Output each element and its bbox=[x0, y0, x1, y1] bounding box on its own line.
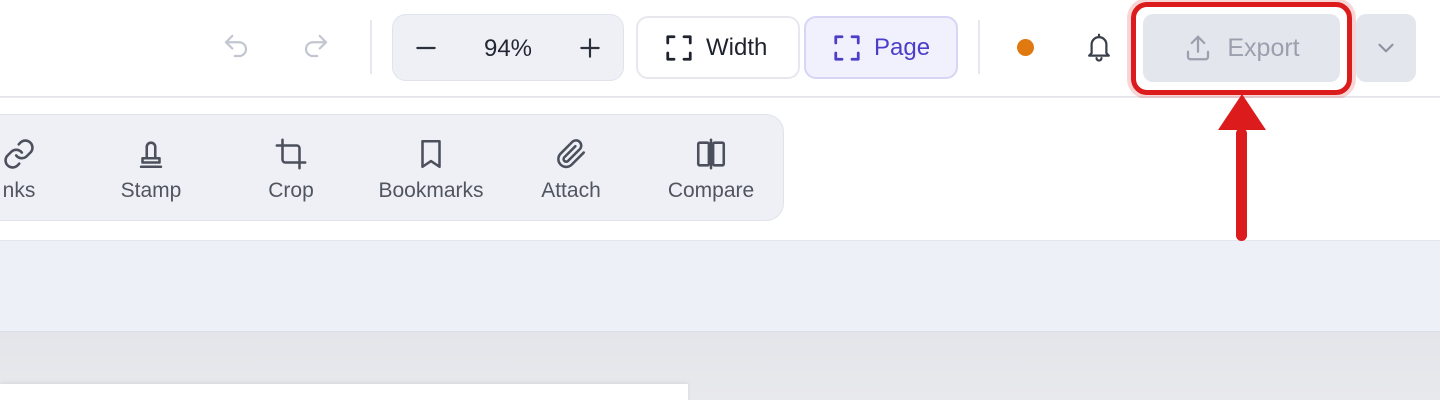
minus-icon bbox=[416, 46, 436, 50]
bell-icon bbox=[1088, 33, 1110, 62]
zoom-in-button[interactable] bbox=[571, 29, 609, 67]
annotation-arrow bbox=[1236, 128, 1247, 241]
redo-icon bbox=[304, 34, 328, 58]
tool-crop[interactable]: Crop bbox=[221, 115, 361, 222]
tool-label: Compare bbox=[667, 178, 755, 202]
tools-panel: nks Stamp Crop Bookmarks Attach Compare bbox=[0, 114, 784, 221]
fit-frame-icon bbox=[834, 34, 860, 61]
tool-label: Attach bbox=[541, 178, 601, 202]
bookmark-icon bbox=[421, 139, 441, 168]
link-icon bbox=[4, 138, 34, 169]
tool-bookmarks[interactable]: Bookmarks bbox=[361, 115, 501, 222]
tool-label: Crop bbox=[268, 178, 314, 202]
zoom-level[interactable]: 94% bbox=[463, 15, 553, 82]
fit-frame-icon bbox=[666, 34, 692, 61]
top-toolbar: 94% Width Page Export bbox=[0, 0, 1440, 97]
tool-attach[interactable]: Attach bbox=[501, 115, 641, 222]
document-header-band bbox=[0, 240, 1440, 332]
tool-label: nks bbox=[2, 178, 36, 202]
fit-page-label: Page bbox=[874, 33, 931, 61]
tool-stamp[interactable]: Stamp bbox=[81, 115, 221, 222]
status-dot bbox=[1017, 39, 1034, 56]
undo-button[interactable] bbox=[218, 28, 254, 64]
export-highlight-frame bbox=[1131, 2, 1352, 95]
fit-width-label: Width bbox=[706, 33, 768, 61]
toolbar-divider bbox=[978, 20, 980, 74]
notifications-button[interactable] bbox=[1080, 26, 1118, 68]
annotation-arrow-head bbox=[1218, 94, 1266, 130]
undo-icon bbox=[224, 34, 248, 58]
plus-icon bbox=[580, 38, 600, 58]
chevron-down-icon bbox=[1378, 43, 1394, 53]
compare-icon bbox=[696, 138, 726, 169]
crop-icon bbox=[275, 138, 307, 169]
document-page[interactable] bbox=[0, 384, 688, 400]
paperclip-icon bbox=[557, 138, 586, 168]
zoom-control: 94% bbox=[392, 14, 624, 81]
fit-page-button[interactable]: Page bbox=[804, 16, 958, 79]
tool-label: Bookmarks bbox=[378, 178, 484, 202]
export-options-button[interactable] bbox=[1356, 14, 1416, 82]
stamp-icon bbox=[139, 140, 163, 168]
fit-width-button[interactable]: Width bbox=[636, 16, 800, 79]
redo-button[interactable] bbox=[298, 28, 334, 64]
toolbar-divider bbox=[370, 20, 372, 74]
tool-links[interactable]: nks bbox=[0, 115, 89, 222]
tool-label: Stamp bbox=[120, 178, 182, 202]
tool-compare[interactable]: Compare bbox=[641, 115, 781, 222]
zoom-out-button[interactable] bbox=[407, 29, 445, 67]
